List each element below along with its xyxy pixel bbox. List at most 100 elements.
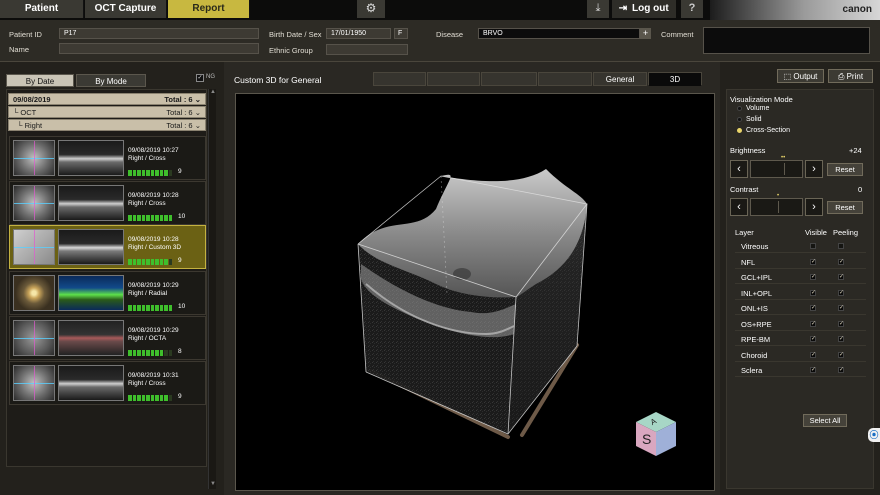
radio-volume[interactable] [737,106,742,111]
quality-segment [141,305,145,311]
visible-checkbox[interactable]: ✓ [810,320,816,327]
peeling-checkbox[interactable]: ✓ [838,289,844,296]
quality-value: 8 [178,348,182,355]
quality-segment [132,350,136,356]
select-all-button[interactable]: Select All [803,414,847,427]
peeling-checkbox[interactable]: ✓ [838,351,844,358]
3d-oct-viewer[interactable]: S A [235,93,715,491]
contrast-increase-button[interactable]: › [805,198,823,216]
visible-checkbox[interactable] [810,243,816,249]
scan-line-vertical [34,141,35,175]
side-panel-toggle[interactable]: ⦿ [868,428,880,442]
birth-sex-label: Birth Date / Sex [269,30,322,39]
download-button[interactable]: ⤓ [587,0,609,18]
quality-bar [128,214,173,221]
layer-row: Sclera ✓ ✓ [735,364,866,377]
quality-segment [137,170,141,176]
settings-button[interactable]: ⚙ [357,0,385,18]
quality-segment [159,395,163,401]
peeling-checkbox[interactable]: ✓ [838,274,844,280]
visible-checkbox[interactable]: ✓ [810,305,816,311]
group-date[interactable]: 09/08/2019 Total : 6 ⌄ [8,93,206,105]
peeling-checkbox[interactable]: ✓ [838,305,844,311]
group-oct[interactable]: └ OCT Total : 6 ⌄ [8,106,206,118]
fundus-thumbnail [13,320,55,356]
brightness-slider[interactable]: •• [750,155,803,178]
quality-segment [137,350,141,356]
scan-datetime: 09/08/2019 10:29 [128,327,179,334]
peeling-checkbox[interactable]: ✓ [838,258,844,265]
name-field[interactable] [59,43,259,54]
radio-cross-section[interactable] [737,128,742,133]
peeling-checkbox[interactable]: ✓ [838,367,844,373]
quality-segment [150,350,154,356]
peeling-checkbox[interactable]: ✓ [838,320,844,327]
orientation-cube[interactable]: S A [636,412,676,456]
visible-checkbox[interactable]: ✓ [810,351,816,358]
patient-id-field[interactable]: P17 [59,28,259,39]
quality-value: 10 [178,303,186,310]
scan-item[interactable]: 09/08/2019 10:31 Right / Cross 9 [9,361,206,405]
scan-item[interactable]: 09/08/2019 10:29 Right / OCTA 8 [9,316,206,360]
tab-oct-capture[interactable]: OCT Capture [85,0,167,18]
tab-general[interactable]: General [593,72,647,86]
peeling-checkbox[interactable] [838,243,844,249]
quality-segment [141,215,145,221]
scan-item[interactable]: 09/08/2019 10:28 Right / Custom 3D 9 [9,225,206,269]
vis-mode-label: Visualization Mode [730,95,793,104]
tab-by-mode[interactable]: By Mode [76,74,146,87]
scan-description: Right / OCTA [128,335,167,342]
tab-patient[interactable]: Patient [0,0,84,18]
quality-segment [164,350,168,356]
scan-item[interactable]: 09/08/2019 10:29 Right / Radial 10 [9,271,206,315]
contrast-decrease-button[interactable]: ‹ [730,198,748,216]
visible-checkbox[interactable]: ✓ [810,336,816,342]
brightness-decrease-button[interactable]: ‹ [730,160,748,178]
ng-label: NG [206,74,215,80]
ng-checkbox[interactable]: ✓ [196,74,204,82]
visible-checkbox[interactable]: ✓ [810,367,816,373]
brightness-increase-button[interactable]: › [805,160,823,178]
logout-button[interactable]: ⇥ Log out [612,0,676,18]
help-button[interactable]: ? [681,0,703,18]
logout-icon: ⇥ [618,3,628,14]
group-right[interactable]: └ Right Total : 6 ⌄ [8,119,206,131]
brightness-reset-button[interactable]: Reset [827,163,863,176]
visible-checkbox[interactable]: ✓ [810,289,816,296]
visible-checkbox[interactable]: ✓ [810,274,816,280]
brightness-slider-thumb[interactable] [784,163,785,175]
tab-by-date[interactable]: By Date [6,74,74,87]
add-disease-button[interactable]: + [640,28,651,39]
scan-item[interactable]: 09/08/2019 10:27 Right / Cross 9 [9,136,206,180]
tab-3d[interactable]: 3D [648,72,702,86]
contrast-reset-button[interactable]: Reset [827,201,863,214]
chevron-right-icon: › [812,163,816,175]
quality-segment [128,350,132,356]
scan-info: 09/08/2019 10:28 Right / Custom 3D [128,236,181,252]
scan-item[interactable]: 09/08/2019 10:28 Right / Cross 10 [9,181,206,225]
contrast-slider-thumb[interactable] [778,201,779,213]
quality-segment [159,170,163,176]
sex-field[interactable]: F [394,28,408,39]
radio-solid[interactable] [737,117,742,122]
scroll-up-icon[interactable]: ▲ [209,89,217,97]
peeling-checkbox[interactable]: ✓ [838,336,844,342]
visible-checkbox[interactable]: ✓ [810,258,816,265]
disease-field[interactable]: BRVO [478,28,640,39]
comment-field[interactable] [703,27,870,54]
output-button[interactable]: ⬚ Output [777,69,824,83]
contrast-slider[interactable]: • [750,193,803,216]
study-list-scrollbar[interactable]: ▲ ▼ [208,89,216,489]
disease-label: Disease [436,30,464,39]
viewer-title: Custom 3D for General [234,75,322,85]
bscan-thumbnail [58,365,124,401]
ethnic-group-field[interactable] [326,44,408,55]
tab-report[interactable]: Report [168,0,250,18]
print-button[interactable]: ⎙ Print [828,69,873,83]
patient-id-label: Patient ID [9,30,42,39]
scan-info: 09/08/2019 10:29 Right / OCTA [128,327,179,343]
scan-line-vertical [34,366,35,400]
quality-segment [168,350,172,356]
birth-date-field[interactable]: 17/01/1950 [326,28,391,39]
scroll-down-icon[interactable]: ▼ [209,481,217,489]
